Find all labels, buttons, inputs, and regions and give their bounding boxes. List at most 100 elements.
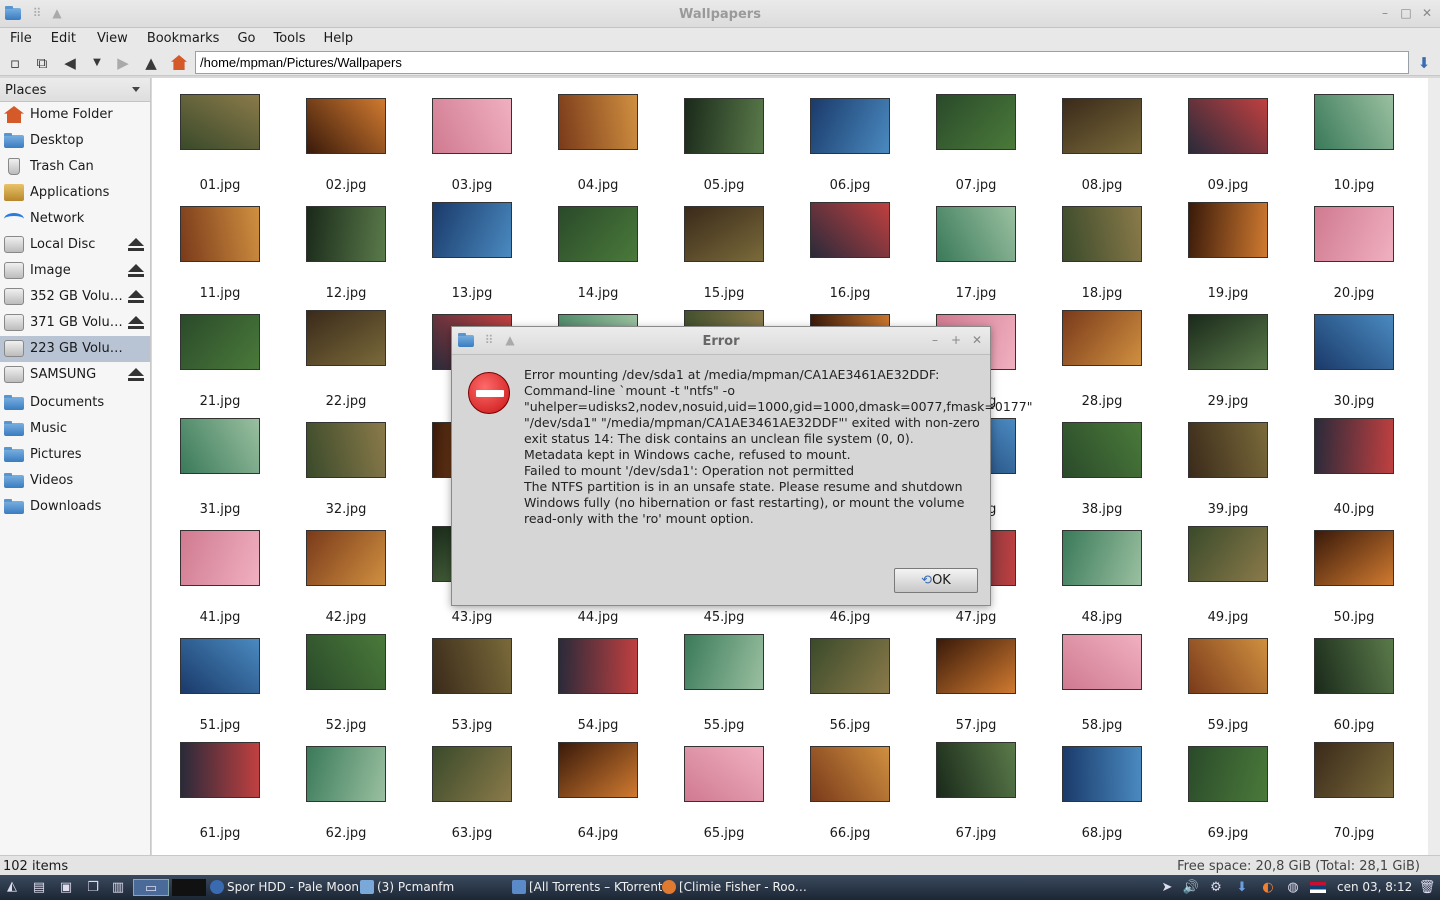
file-item[interactable]: 30.jpg — [1291, 304, 1417, 412]
taskbar-window-ktorrent[interactable]: [All Torrents – KTorrent] — [512, 878, 662, 897]
file-item[interactable]: 04.jpg — [535, 88, 661, 196]
scrollbar[interactable] — [1428, 78, 1440, 855]
network-icon[interactable]: ⚙ — [1207, 879, 1225, 896]
ok-button[interactable]: ⟲OK — [894, 568, 978, 593]
keyboard-layout-icon[interactable] — [1310, 879, 1328, 896]
file-item[interactable]: 29.jpg — [1165, 304, 1291, 412]
sidebar-item[interactable]: Image — [0, 258, 150, 284]
maximize-icon[interactable]: □ — [1399, 6, 1413, 20]
file-item[interactable]: 06.jpg — [787, 88, 913, 196]
file-item[interactable]: 62.jpg — [283, 736, 409, 844]
window-titlebar[interactable]: ⠿ ▲ Wallpapers – □ ✕ — [0, 0, 1440, 28]
file-item[interactable]: 10.jpg — [1291, 88, 1417, 196]
file-item[interactable]: 68.jpg — [1039, 736, 1165, 844]
launcher-icon[interactable]: ▥ — [109, 879, 127, 896]
file-item[interactable]: 58.jpg — [1039, 628, 1165, 736]
file-item[interactable]: 41.jpg — [157, 520, 283, 628]
menu-bookmarks[interactable]: Bookmarks — [137, 29, 229, 48]
file-item[interactable]: 65.jpg — [661, 736, 787, 844]
new-tab-icon[interactable]: ▫ — [5, 53, 25, 73]
file-item[interactable]: 54.jpg — [535, 628, 661, 736]
history-dropdown-icon[interactable]: ▼ — [87, 53, 107, 73]
file-item[interactable]: 01.jpg — [157, 88, 283, 196]
file-item[interactable]: 63.jpg — [409, 736, 535, 844]
volume-icon[interactable]: 🔊 — [1182, 879, 1200, 896]
sidebar-item[interactable]: Network — [0, 206, 150, 232]
file-item[interactable]: 17.jpg — [913, 196, 1039, 304]
terminal-launcher-icon[interactable]: ▣ — [57, 879, 75, 896]
minimize-icon[interactable]: – — [928, 333, 942, 347]
taskbar-window-pcmanfm[interactable]: (3) Pcmanfm — [360, 878, 510, 897]
file-item[interactable]: 70.jpg — [1291, 736, 1417, 844]
sidebar-bookmark[interactable]: Documents — [0, 390, 150, 416]
file-item[interactable]: 09.jpg — [1165, 88, 1291, 196]
file-item[interactable]: 66.jpg — [787, 736, 913, 844]
sidebar-bookmark[interactable]: Pictures — [0, 442, 150, 468]
file-item[interactable]: 39.jpg — [1165, 412, 1291, 520]
file-item[interactable]: 48.jpg — [1039, 520, 1165, 628]
file-item[interactable]: 50.jpg — [1291, 520, 1417, 628]
eject-icon[interactable] — [128, 238, 144, 252]
file-item[interactable]: 57.jpg — [913, 628, 1039, 736]
file-item[interactable]: 31.jpg — [157, 412, 283, 520]
update-tray-icon[interactable]: ◍ — [1284, 879, 1302, 896]
file-item[interactable]: 38.jpg — [1039, 412, 1165, 520]
file-item[interactable]: 20.jpg — [1291, 196, 1417, 304]
file-item[interactable]: 02.jpg — [283, 88, 409, 196]
file-item[interactable]: 08.jpg — [1039, 88, 1165, 196]
menu-go[interactable]: Go — [228, 29, 264, 48]
dialog-titlebar[interactable]: ⠿ ▲ Error – + ✕ — [452, 327, 990, 355]
sidebar-bookmark[interactable]: Music — [0, 416, 150, 442]
sidebar-item[interactable]: Home Folder — [0, 102, 150, 128]
file-item[interactable]: 03.jpg — [409, 88, 535, 196]
places-header[interactable]: Places — [0, 78, 150, 102]
eject-icon[interactable] — [128, 264, 144, 278]
file-item[interactable]: 49.jpg — [1165, 520, 1291, 628]
sidebar-item[interactable]: SAMSUNG — [0, 362, 150, 388]
sidebar-item[interactable]: 371 GB Volu… — [0, 310, 150, 336]
file-item[interactable]: 67.jpg — [913, 736, 1039, 844]
chevron-down-icon[interactable] — [132, 87, 140, 92]
file-item[interactable]: 69.jpg — [1165, 736, 1291, 844]
workspace-2[interactable] — [172, 879, 206, 896]
file-manager-launcher-icon[interactable]: ▤ — [30, 879, 48, 896]
eject-icon[interactable] — [128, 368, 144, 382]
file-item[interactable]: 56.jpg — [787, 628, 913, 736]
ktorrent-tray-icon[interactable]: ⬇ — [1233, 879, 1251, 896]
file-item[interactable]: 61.jpg — [157, 736, 283, 844]
file-item[interactable]: 53.jpg — [409, 628, 535, 736]
file-item[interactable]: 21.jpg — [157, 304, 283, 412]
go-icon[interactable]: ⬇ — [1414, 53, 1434, 73]
back-icon[interactable]: ◀ — [60, 53, 80, 73]
taskbar-window-palemoon[interactable]: Spor HDD - Pale Moon — [210, 878, 360, 897]
sidebar-item[interactable]: 352 GB Volu… — [0, 284, 150, 310]
file-item[interactable]: 59.jpg — [1165, 628, 1291, 736]
file-item[interactable]: 32.jpg — [283, 412, 409, 520]
menu-tools[interactable]: Tools — [264, 29, 314, 48]
file-item[interactable]: 60.jpg — [1291, 628, 1417, 736]
file-item[interactable]: 51.jpg — [157, 628, 283, 736]
file-item[interactable]: 52.jpg — [283, 628, 409, 736]
menu-edit[interactable]: Edit — [41, 29, 85, 48]
sidebar-item[interactable]: Applications — [0, 180, 150, 206]
taskbar-window-music[interactable]: [Climie Fisher - Roo… — [662, 878, 812, 897]
file-item[interactable]: 07.jpg — [913, 88, 1039, 196]
arrow-icon[interactable]: ➤ — [1158, 879, 1176, 896]
file-item[interactable]: 28.jpg — [1039, 304, 1165, 412]
file-item[interactable]: 55.jpg — [661, 628, 787, 736]
file-item[interactable]: 16.jpg — [787, 196, 913, 304]
forward-icon[interactable]: ▶ — [113, 53, 133, 73]
start-menu-icon[interactable]: ◭ — [3, 878, 21, 895]
file-item[interactable]: 05.jpg — [661, 88, 787, 196]
close-icon[interactable]: ✕ — [1420, 6, 1434, 20]
menu-help[interactable]: Help — [315, 29, 363, 48]
file-item[interactable]: 19.jpg — [1165, 196, 1291, 304]
file-item[interactable]: 14.jpg — [535, 196, 661, 304]
maximize-icon[interactable]: + — [949, 333, 963, 347]
close-icon[interactable]: ✕ — [970, 333, 984, 347]
sidebar-bookmark[interactable]: Videos — [0, 468, 150, 494]
new-window-icon[interactable]: ⧉ — [32, 53, 52, 73]
trash-icon[interactable]: 🗑 — [1418, 879, 1436, 896]
sidebar-bookmark[interactable]: Downloads — [0, 494, 150, 520]
sidebar-item[interactable]: Trash Can — [0, 154, 150, 180]
